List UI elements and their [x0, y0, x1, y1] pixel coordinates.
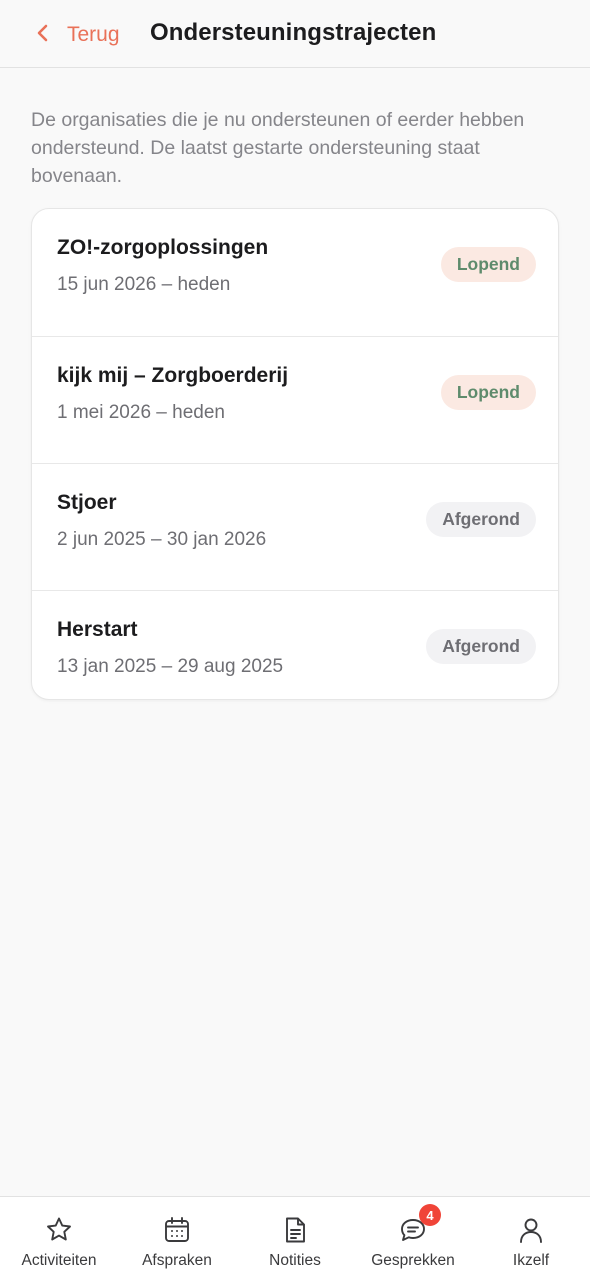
- traject-name: ZO!-zorgoplossingen: [57, 236, 269, 259]
- traject-dates: 2 jun 2025 – 30 jan 2026: [57, 529, 267, 550]
- tab-notities[interactable]: Notities: [236, 1197, 354, 1279]
- traject-row[interactable]: Stjoer 2 jun 2025 – 30 jan 2026 Afgerond: [32, 463, 558, 590]
- star-icon: [44, 1215, 74, 1245]
- tab-label: Notities: [269, 1252, 321, 1269]
- header: Terug Ondersteuningstrajecten: [0, 0, 590, 68]
- tab-afspraken[interactable]: Afspraken: [118, 1197, 236, 1279]
- status-badge: Lopend: [440, 375, 536, 410]
- traject-dates: 13 jan 2025 – 29 aug 2025: [57, 656, 284, 677]
- back-button[interactable]: Terug: [36, 20, 120, 50]
- tab-bar: Activiteiten Afspraken Notities Gesprekk…: [0, 1196, 590, 1279]
- tab-label: Gesprekken: [371, 1252, 455, 1269]
- traject-name: Herstart: [57, 618, 138, 641]
- chevron-left-icon: [36, 23, 50, 48]
- traject-row[interactable]: kijk mij – Zorgboerderij 1 mei 2026 – he…: [32, 336, 558, 463]
- traject-row[interactable]: ZO!-zorgoplossingen 15 jun 2026 – heden …: [32, 209, 558, 336]
- tab-label: Afspraken: [142, 1252, 212, 1269]
- status-badge: Afgerond: [426, 502, 536, 537]
- traject-name: Stjoer: [57, 491, 117, 514]
- status-badge: Lopend: [440, 247, 536, 282]
- person-icon: [516, 1215, 546, 1245]
- page-title: Ondersteuningstrajecten: [150, 19, 437, 46]
- document-icon: [280, 1215, 310, 1245]
- tab-gesprekken[interactable]: Gesprekken: [354, 1197, 472, 1279]
- back-label: Terug: [67, 23, 120, 46]
- tab-label: Ikzelf: [512, 1252, 550, 1269]
- traject-name: kijk mij – Zorgboerderij: [57, 364, 289, 387]
- intro-text: De organisaties die je nu ondersteunen o…: [31, 109, 525, 187]
- tab-label: Activiteiten: [21, 1252, 97, 1269]
- tab-ikzelf[interactable]: Ikzelf: [472, 1197, 590, 1279]
- traject-dates: 1 mei 2026 – heden: [57, 402, 225, 423]
- traject-dates: 15 jun 2026 – heden: [57, 274, 231, 295]
- trajects-card: ZO!-zorgoplossingen 15 jun 2026 – heden …: [31, 208, 559, 700]
- page: Terug Ondersteuningstrajecten De organis…: [0, 0, 590, 1279]
- calendar-icon: [162, 1215, 192, 1245]
- traject-row[interactable]: Herstart 13 jan 2025 – 29 aug 2025 Afger…: [32, 590, 558, 699]
- tab-activiteiten[interactable]: Activiteiten: [0, 1197, 118, 1279]
- status-badge: Afgerond: [426, 629, 536, 664]
- unread-count-badge: 4: [419, 1204, 441, 1226]
